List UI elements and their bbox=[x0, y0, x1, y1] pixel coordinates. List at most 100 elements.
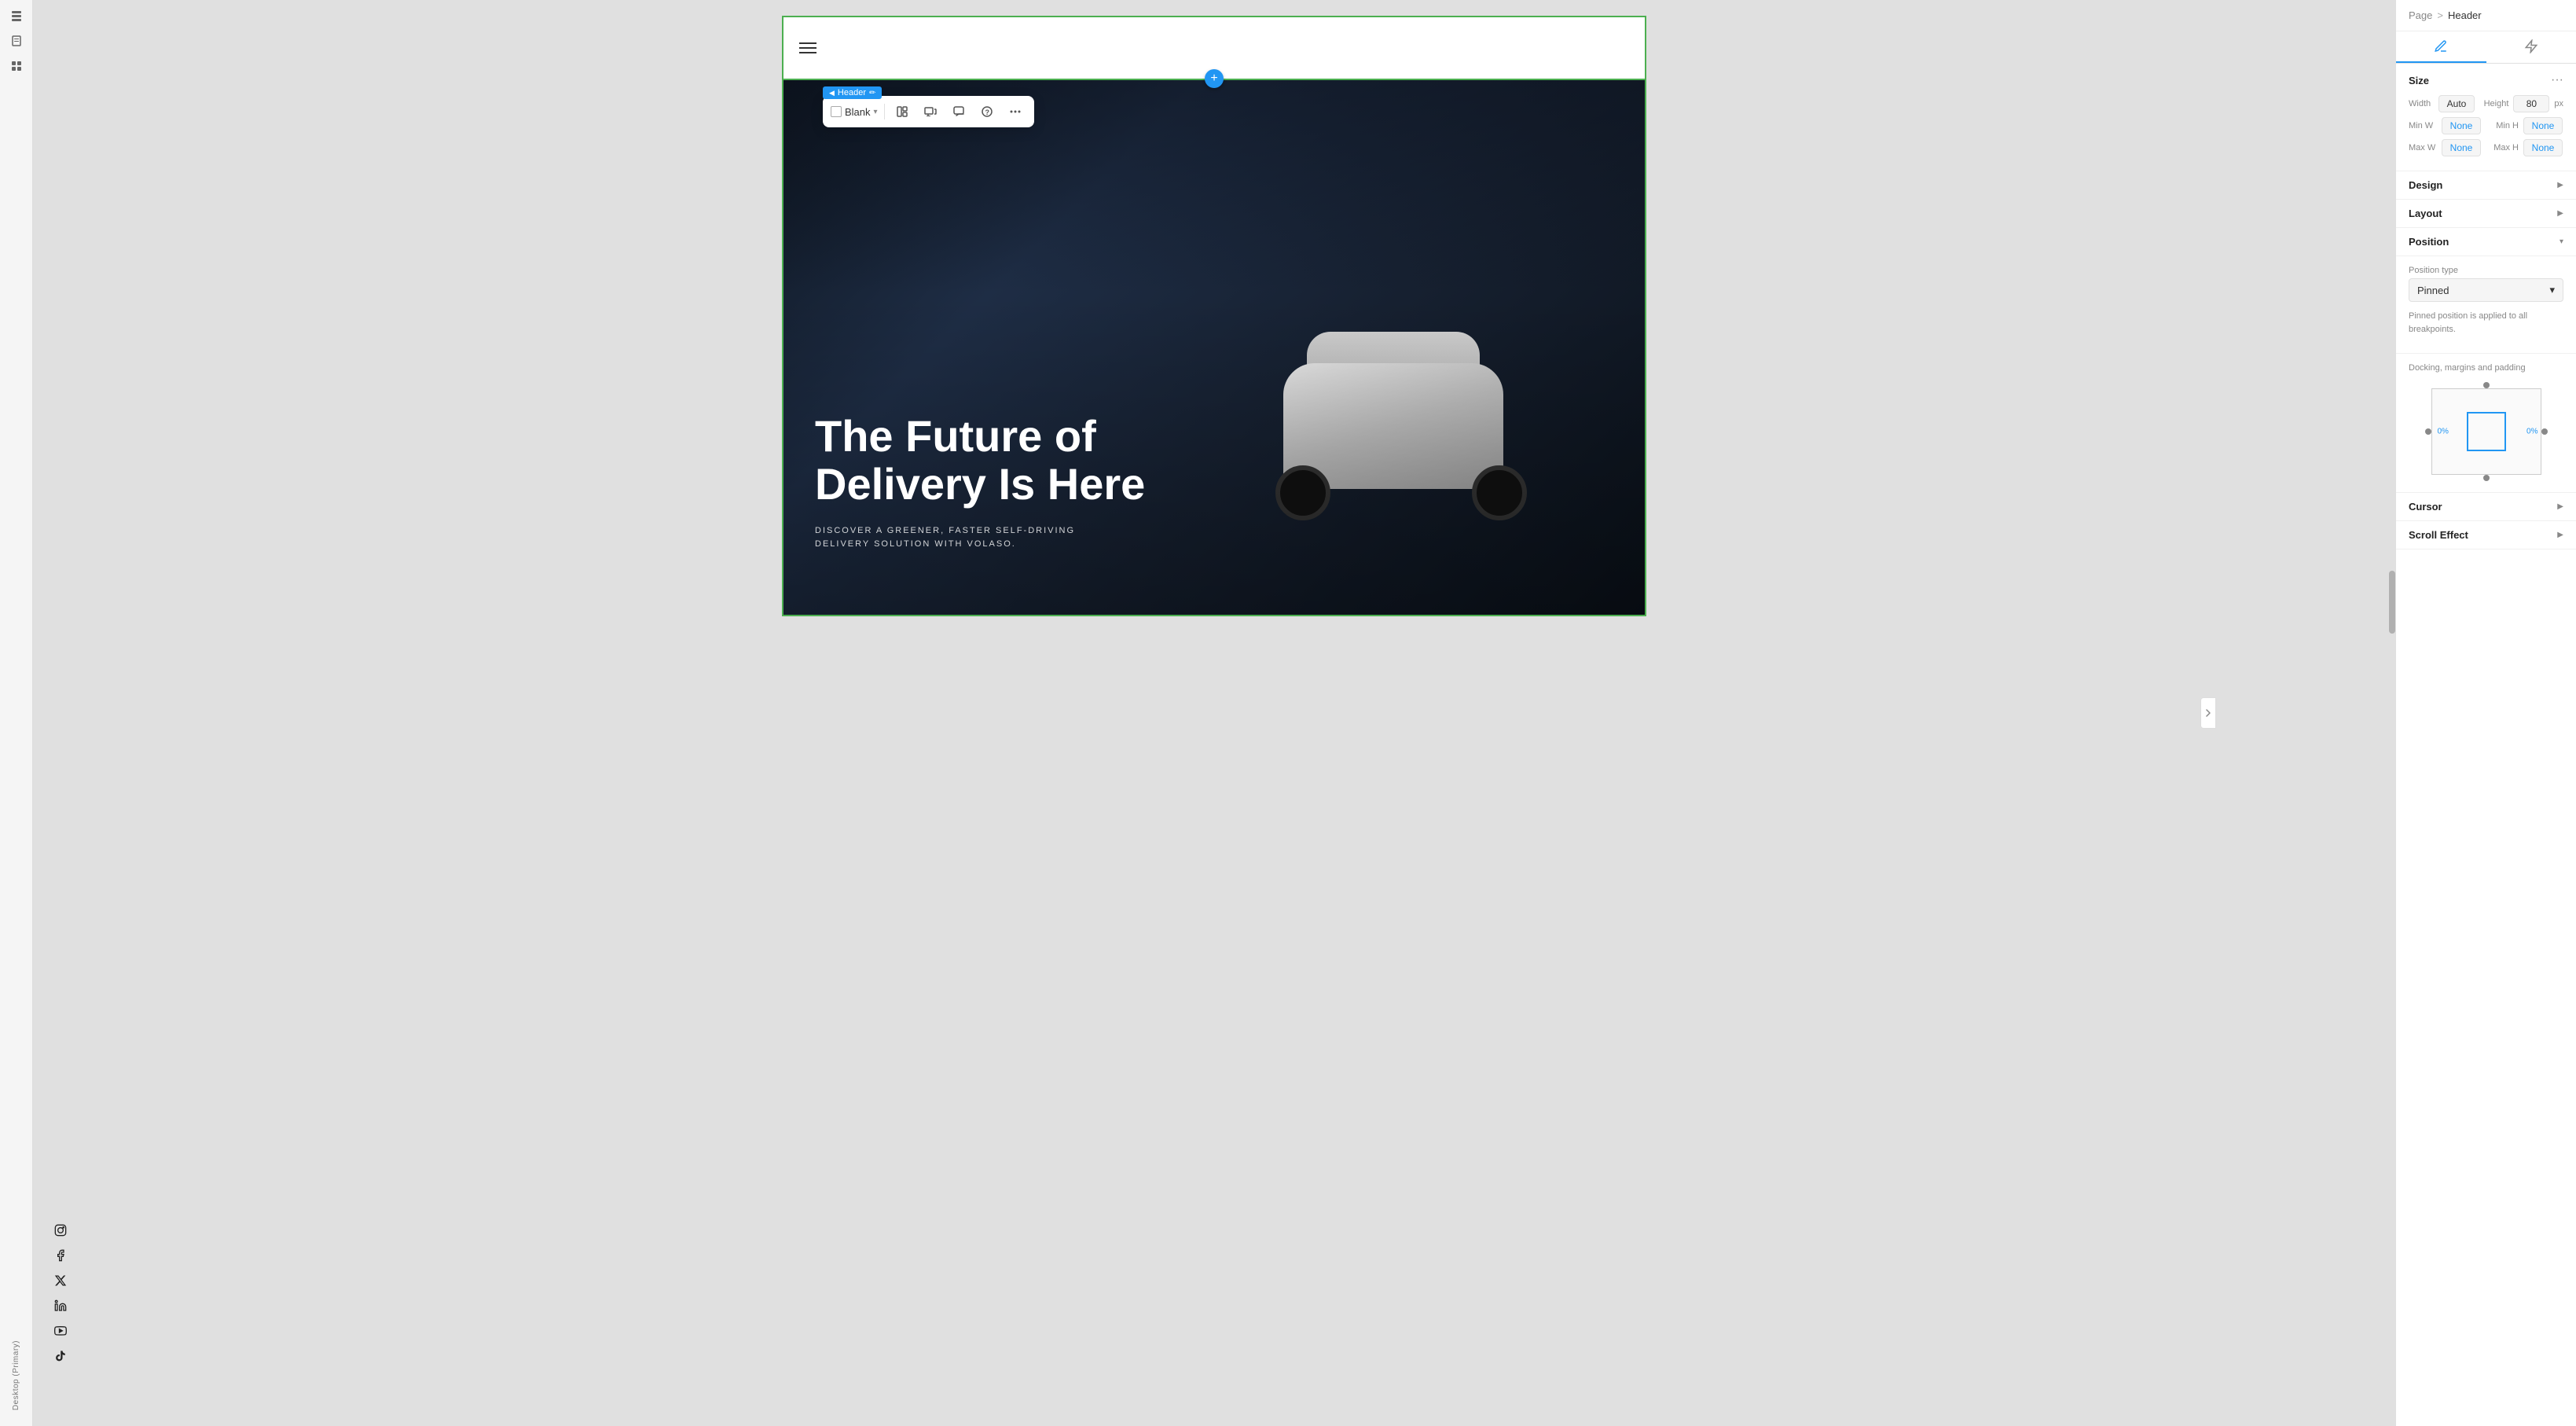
social-icons-column bbox=[53, 1223, 68, 1363]
help-icon[interactable]: ? bbox=[976, 101, 998, 123]
linkedin-icon[interactable] bbox=[53, 1299, 68, 1313]
height-input[interactable]: 80 bbox=[2513, 95, 2549, 112]
cursor-title: Cursor bbox=[2409, 501, 2442, 513]
dock-inner-box bbox=[2467, 412, 2506, 451]
height-unit: px bbox=[2554, 99, 2563, 108]
hero-title: The Future of Delivery Is Here bbox=[815, 412, 1145, 509]
panel-collapse-toggle[interactable] bbox=[2200, 697, 2216, 729]
blank-checkbox bbox=[831, 106, 842, 117]
scroll-effect-title: Scroll Effect bbox=[2409, 529, 2468, 541]
docking-title: Docking, margins and padding bbox=[2409, 363, 2563, 373]
right-panel: Page > Header Size ··· Width Auto Height… bbox=[2395, 0, 2576, 1426]
breadcrumb: Page > Header bbox=[2396, 0, 2576, 31]
tab-lightning[interactable] bbox=[2486, 31, 2576, 63]
max-w-input[interactable]: None bbox=[2442, 139, 2481, 156]
header-badge-label: Header bbox=[838, 88, 866, 97]
header-section: + bbox=[783, 17, 1645, 80]
main-canvas-area: + Blank ▾ ? bbox=[33, 0, 2395, 1426]
twitter-x-icon[interactable] bbox=[53, 1273, 68, 1288]
scroll-effect-arrow: ▶ bbox=[2557, 531, 2563, 539]
breadcrumb-current: Header bbox=[2448, 9, 2482, 21]
blank-label: Blank bbox=[845, 106, 871, 118]
toolbar-separator bbox=[884, 104, 885, 119]
tab-design[interactable] bbox=[2396, 31, 2486, 63]
header-badge[interactable]: ◀ Header ✏ bbox=[823, 86, 882, 99]
position-content: Position type Pinned ▾ Pinned position i… bbox=[2396, 256, 2576, 354]
docking-section: Docking, margins and padding 0% 0% bbox=[2396, 354, 2576, 493]
design-title: Design bbox=[2409, 179, 2442, 191]
dock-right-value: 0% bbox=[2526, 428, 2537, 436]
facebook-icon[interactable] bbox=[53, 1248, 68, 1262]
device-icon[interactable] bbox=[919, 101, 941, 123]
edit-icon: ✏ bbox=[869, 89, 875, 97]
size-section-header: Size ··· bbox=[2409, 73, 2563, 87]
floating-toolbar: Blank ▾ ? bbox=[823, 96, 1034, 127]
instagram-icon[interactable] bbox=[53, 1223, 68, 1237]
add-element-button[interactable]: + bbox=[1205, 69, 1224, 88]
pinned-note: Pinned position is applied to all breakp… bbox=[2409, 310, 2563, 336]
hero-subtitle: DISCOVER A GREENER, FASTER SELF-DRIVING … bbox=[815, 524, 1145, 552]
dropdown-chevron: ▾ bbox=[874, 108, 878, 116]
tiktok-icon[interactable] bbox=[53, 1349, 68, 1363]
min-h-input[interactable]: None bbox=[2523, 117, 2563, 134]
width-height-row: Width Auto Height 80 px bbox=[2409, 95, 2563, 112]
canvas-wrapper: + Blank ▾ ? bbox=[33, 0, 2395, 1426]
cursor-section-row[interactable]: Cursor ▶ bbox=[2396, 493, 2576, 521]
hamburger-menu-icon[interactable] bbox=[799, 42, 816, 53]
min-w-label: Min W bbox=[2409, 121, 2437, 130]
layout-title: Layout bbox=[2409, 208, 2442, 219]
svg-text:?: ? bbox=[985, 108, 989, 116]
width-label: Width bbox=[2409, 99, 2434, 108]
left-sidebar: Desktop (Primary) bbox=[0, 0, 33, 1426]
layers-icon[interactable] bbox=[9, 8, 24, 24]
position-type-select[interactable]: Pinned ▾ bbox=[2409, 278, 2563, 302]
pages-icon[interactable] bbox=[9, 33, 24, 49]
dock-handle-right[interactable] bbox=[2541, 428, 2548, 435]
height-label: Height bbox=[2479, 99, 2508, 108]
more-options-icon[interactable] bbox=[1004, 101, 1026, 123]
dock-handle-left[interactable] bbox=[2425, 428, 2431, 435]
dock-left-value: 0% bbox=[2438, 428, 2449, 436]
design-section-row[interactable]: Design ▶ bbox=[2396, 171, 2576, 200]
breadcrumb-separator: > bbox=[2437, 9, 2443, 21]
element-type-dropdown[interactable]: Blank ▾ bbox=[831, 106, 878, 118]
design-arrow: ▶ bbox=[2557, 181, 2563, 189]
layout-arrow: ▶ bbox=[2557, 209, 2563, 218]
position-title: Position bbox=[2409, 236, 2449, 248]
min-h-label: Min H bbox=[2486, 121, 2519, 130]
breadcrumb-parent[interactable]: Page bbox=[2409, 9, 2432, 21]
components-icon[interactable] bbox=[9, 58, 24, 74]
canvas-scrollbar-track[interactable] bbox=[2389, 0, 2395, 1426]
layout-icon[interactable] bbox=[891, 101, 913, 123]
position-arrow: ▾ bbox=[2559, 237, 2563, 246]
cursor-arrow: ▶ bbox=[2557, 502, 2563, 511]
layout-section-row[interactable]: Layout ▶ bbox=[2396, 200, 2576, 228]
position-type-label: Position type bbox=[2409, 266, 2563, 275]
size-section: Size ··· Width Auto Height 80 px Min W N… bbox=[2396, 64, 2576, 171]
max-h-input[interactable]: None bbox=[2523, 139, 2563, 156]
docking-diagram: 0% 0% bbox=[2424, 380, 2549, 483]
scroll-effect-section-row[interactable]: Scroll Effect ▶ bbox=[2396, 521, 2576, 549]
min-wh-row: Min W None Min H None bbox=[2409, 117, 2563, 134]
position-select-arrow: ▾ bbox=[2549, 284, 2555, 296]
youtube-icon[interactable] bbox=[53, 1324, 68, 1338]
size-more-button[interactable]: ··· bbox=[2551, 73, 2563, 87]
panel-tabs bbox=[2396, 31, 2576, 64]
min-w-input[interactable]: None bbox=[2442, 117, 2481, 134]
size-title: Size bbox=[2409, 75, 2429, 86]
page-canvas: + Blank ▾ ? bbox=[782, 16, 1646, 616]
width-input[interactable]: Auto bbox=[2438, 95, 2475, 112]
dock-handle-bottom[interactable] bbox=[2483, 475, 2490, 481]
back-arrow: ◀ bbox=[829, 89, 835, 97]
hero-section: The Future of Delivery Is Here DISCOVER … bbox=[783, 80, 1645, 615]
canvas-scrollbar-thumb[interactable] bbox=[2389, 571, 2395, 634]
dock-handle-top[interactable] bbox=[2483, 382, 2490, 388]
chat-icon[interactable] bbox=[948, 101, 970, 123]
position-type-value: Pinned bbox=[2417, 285, 2449, 296]
position-section-header[interactable]: Position ▾ bbox=[2396, 228, 2576, 256]
max-wh-row: Max W None Max H None bbox=[2409, 139, 2563, 156]
max-w-label: Max W bbox=[2409, 143, 2437, 153]
max-h-label: Max H bbox=[2486, 143, 2519, 153]
hero-content: The Future of Delivery Is Here DISCOVER … bbox=[815, 412, 1145, 552]
desktop-label: Desktop (Primary) bbox=[12, 1340, 20, 1410]
